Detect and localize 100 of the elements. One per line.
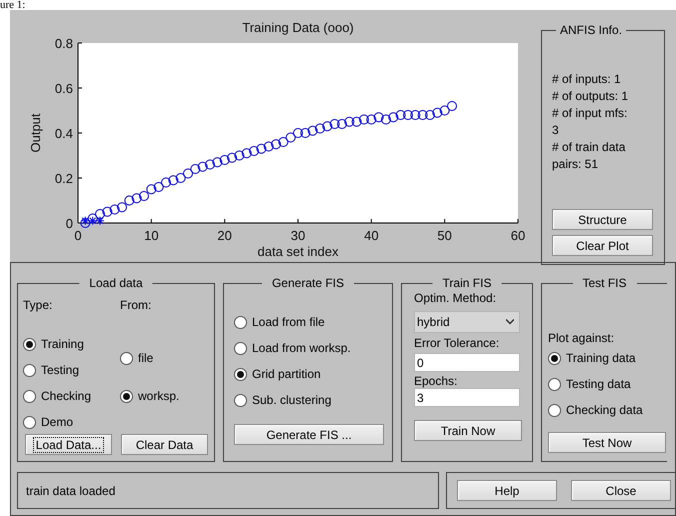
data-point <box>388 112 398 122</box>
radio-button[interactable] <box>23 390 36 402</box>
data-point <box>117 202 127 212</box>
data-point <box>80 216 90 226</box>
data-point <box>278 137 288 147</box>
tick-label: 30 <box>290 228 306 243</box>
push-button[interactable]: Structure <box>552 209 653 230</box>
data-point <box>425 110 435 120</box>
data-point <box>256 144 266 154</box>
radio-button[interactable] <box>234 368 247 380</box>
radio-label: Checking <box>41 388 92 405</box>
data-point <box>352 116 362 127</box>
field-label: Plot against: <box>548 330 616 346</box>
data-point <box>183 168 193 178</box>
data-point <box>286 132 296 142</box>
tick-label: 50 <box>437 228 452 243</box>
axis-label: Output <box>28 113 43 153</box>
radio-button[interactable] <box>548 378 561 390</box>
data-point <box>396 110 406 120</box>
radio-button[interactable] <box>23 416 36 428</box>
radio-label: Grid partition <box>252 366 321 383</box>
radio-label: Testing data <box>566 376 631 393</box>
data-point <box>447 101 457 111</box>
push-button[interactable]: Clear Plot <box>552 235 653 256</box>
radio-label: file <box>138 350 154 367</box>
caption-text: ure 1: <box>0 0 26 10</box>
tick-label: 60 <box>510 228 526 243</box>
radio-button[interactable] <box>23 338 36 350</box>
tick-label: 0.2 <box>54 171 73 186</box>
data-point <box>315 124 325 134</box>
data-point <box>102 206 112 217</box>
chart-title: Training Data (ooo) <box>242 20 354 35</box>
radio-label: Testing <box>41 362 80 379</box>
push-button[interactable]: Train Now <box>414 420 522 441</box>
data-point <box>110 204 120 214</box>
data-point <box>154 182 164 192</box>
radio-button[interactable] <box>234 342 247 354</box>
push-button[interactable]: Test Now <box>548 432 666 453</box>
data-point <box>293 128 303 138</box>
field-label: Epochs: <box>414 374 458 388</box>
data-point <box>146 184 156 194</box>
push-button[interactable]: Clear Data <box>121 434 208 455</box>
tick-label: 0 <box>66 216 73 231</box>
data-point <box>337 119 347 129</box>
data-point <box>176 173 186 183</box>
radio-button[interactable] <box>120 352 133 364</box>
info-text: # of inputs: 1 <box>552 71 622 88</box>
data-point <box>227 152 237 163</box>
radio-label: Sub. clustering <box>252 392 332 409</box>
data-point <box>264 142 274 152</box>
data-point <box>198 162 208 172</box>
data-point <box>440 106 450 116</box>
radio-label: Load from file <box>252 314 325 331</box>
data-point <box>432 108 442 118</box>
radio-label: Load from worksp. <box>252 340 351 357</box>
tick-label: 40 <box>364 228 379 243</box>
data-point <box>418 110 428 120</box>
tolerance-field[interactable]: 0 <box>414 353 520 372</box>
info-text: # of input mfs: <box>552 105 628 122</box>
tick-label: 20 <box>217 228 232 243</box>
axis-label: data set index <box>258 244 338 259</box>
data-point <box>80 218 90 228</box>
data-point <box>242 148 252 158</box>
data-point <box>330 119 340 129</box>
data-point <box>234 150 244 160</box>
field-label: Error Tolerance: <box>414 336 500 351</box>
tick-label: 0.6 <box>54 81 73 96</box>
data-point <box>322 121 332 132</box>
data-point <box>403 110 413 120</box>
info-text: # of outputs: 1 <box>552 88 630 105</box>
info-text: # of train data <box>552 139 626 156</box>
data-point <box>359 114 369 124</box>
data-point <box>139 191 149 201</box>
data-point <box>366 114 376 124</box>
radio-button[interactable] <box>234 394 247 406</box>
data-point <box>190 164 200 174</box>
radio-button[interactable] <box>23 364 36 376</box>
radio-label: Checking data <box>566 402 643 419</box>
radio-button[interactable] <box>548 352 561 364</box>
field-label: Optim. Method: <box>414 291 498 306</box>
data-point <box>308 126 318 136</box>
push-button[interactable]: Generate FIS ... <box>234 424 384 445</box>
tick-label: 0 <box>74 228 82 243</box>
data-point <box>168 175 178 186</box>
epochs-field[interactable]: 3 <box>414 388 520 407</box>
data-point <box>381 114 391 124</box>
data-point <box>124 196 134 206</box>
radio-button[interactable] <box>548 404 561 416</box>
data-point <box>220 155 230 165</box>
radio-label: Demo <box>41 414 74 431</box>
push-button[interactable]: Load Data... <box>25 434 112 455</box>
method-dropdown[interactable]: hybrid <box>414 311 520 333</box>
data-point <box>271 139 281 150</box>
radio-label: Training <box>41 336 84 353</box>
data-point <box>132 193 142 204</box>
push-button[interactable]: Close <box>571 480 671 501</box>
radio-button[interactable] <box>120 390 133 402</box>
push-button[interactable]: Help <box>457 480 557 501</box>
data-point <box>96 216 104 226</box>
radio-button[interactable] <box>234 316 247 328</box>
